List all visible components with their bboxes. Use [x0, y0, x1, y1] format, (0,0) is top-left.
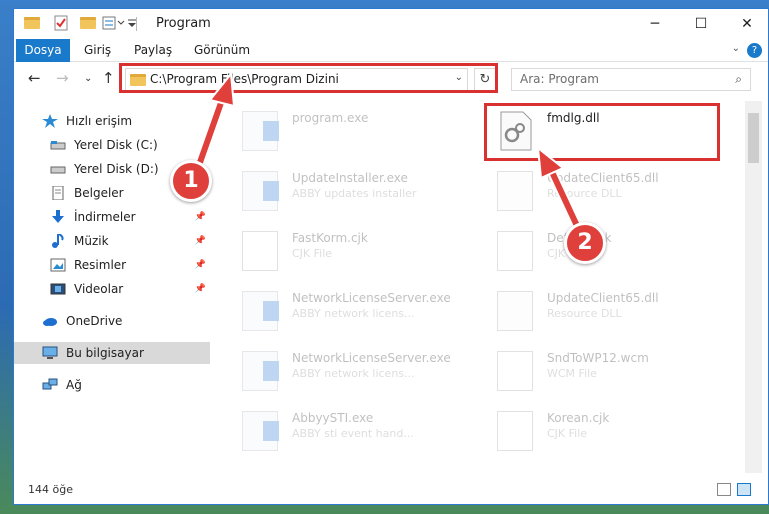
annotation-arrows — [193, 71, 583, 233]
arrow-2 — [536, 145, 583, 233]
arrow-1 — [193, 71, 236, 173]
step-badge-2: 2 — [564, 222, 606, 264]
step-badge-1: 1 — [170, 160, 212, 202]
